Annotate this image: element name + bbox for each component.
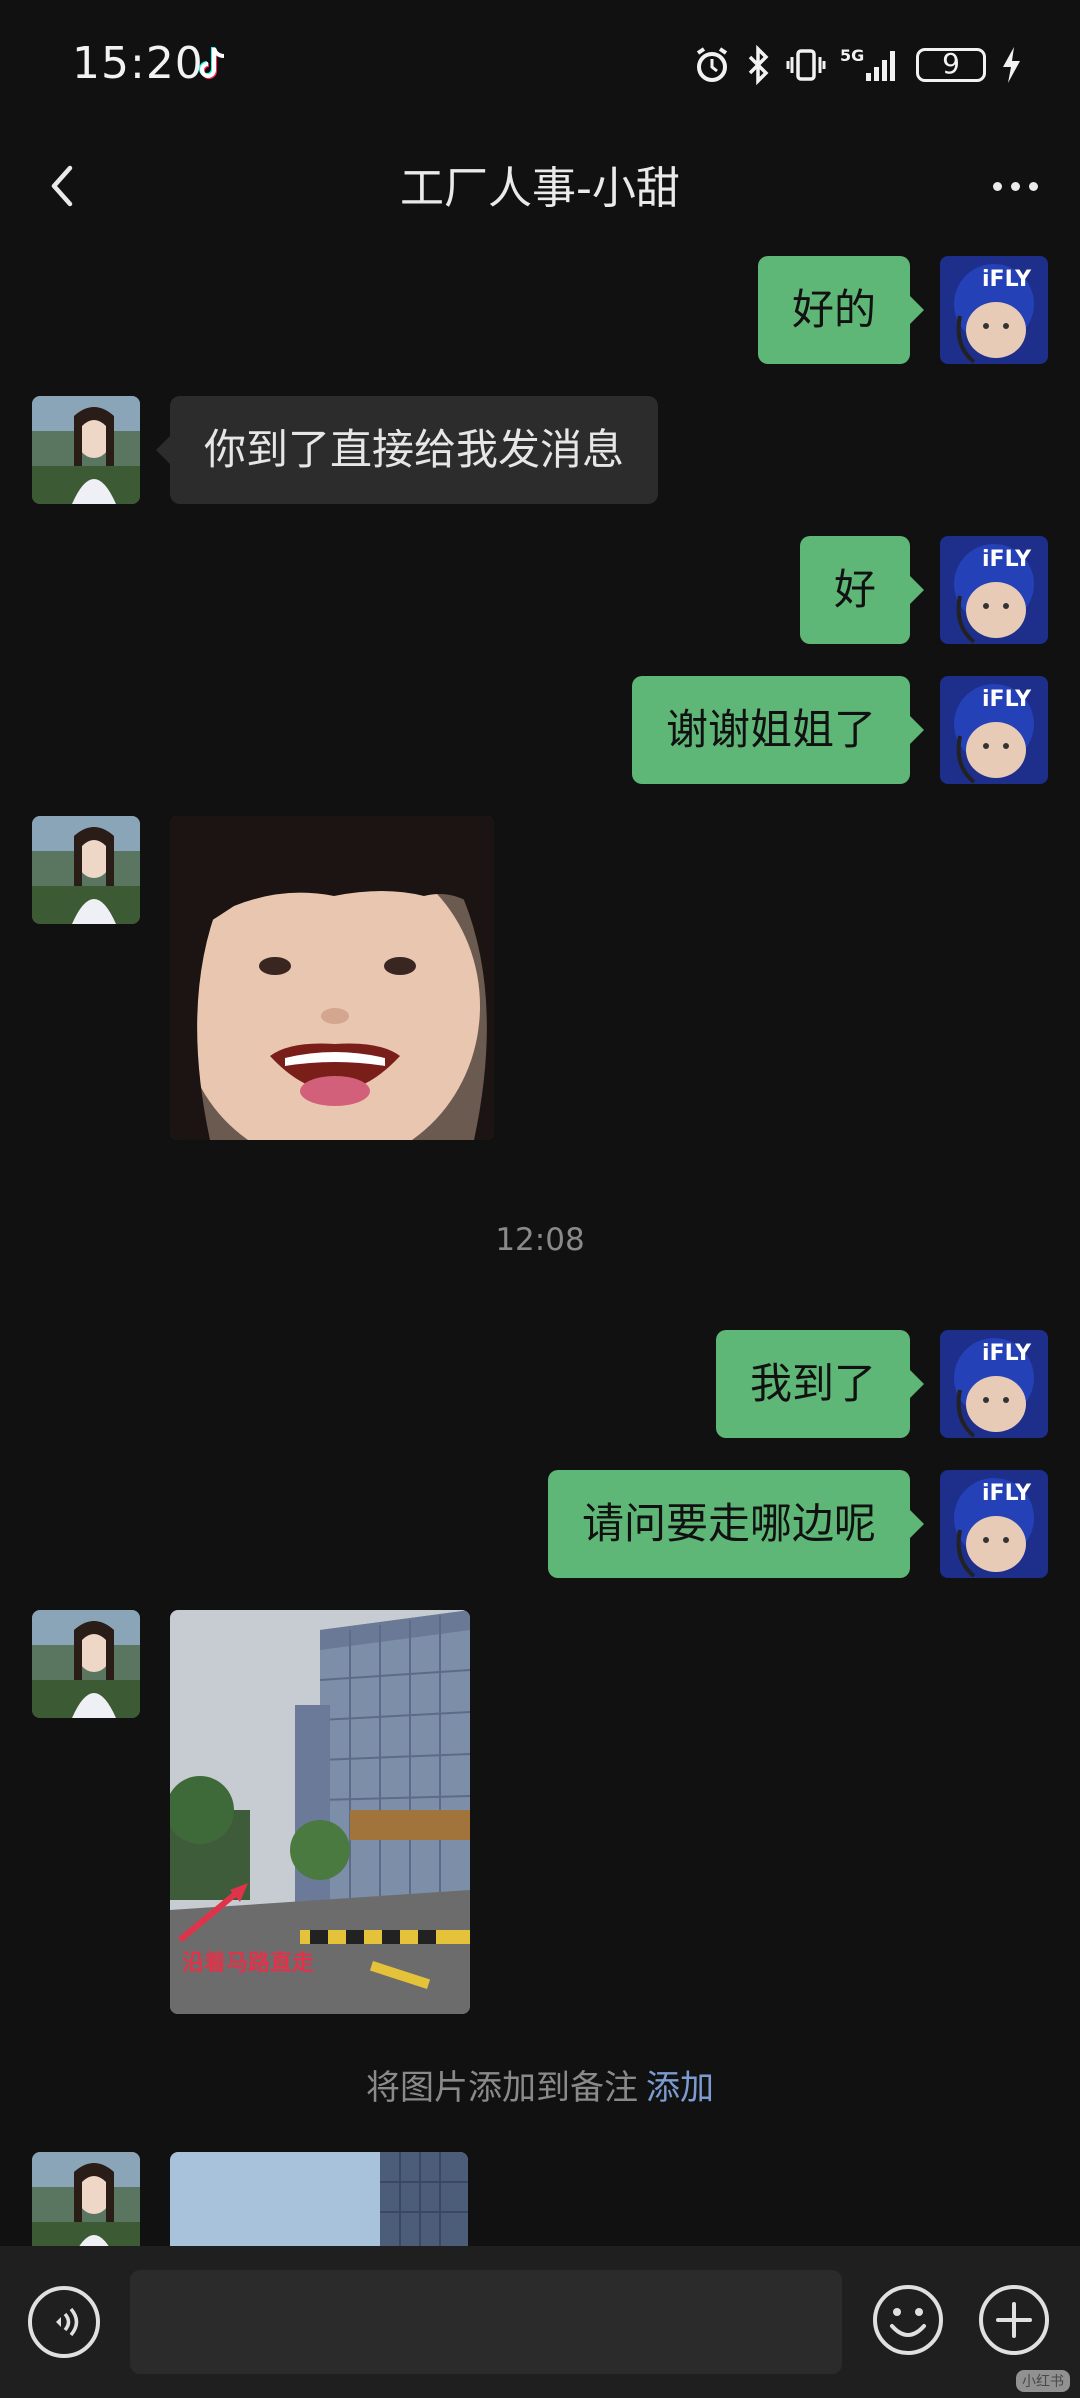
image-message-sticker[interactable]	[170, 816, 494, 1140]
note-text: 将图片添加到备注	[366, 2068, 638, 2108]
photo-caption: 沿着马路直走	[182, 1950, 314, 1976]
svg-text:iFLY: iFLY	[982, 1481, 1032, 1506]
message-bubble-outgoing[interactable]: 谢谢姐姐了	[631, 676, 925, 784]
message-bubble-incoming[interactable]: 你到了直接给我发消息	[155, 396, 659, 504]
add-to-note-hint: 将图片添加到备注 添加	[0, 2060, 1080, 2109]
contact-avatar[interactable]	[32, 1610, 140, 1718]
svg-text:iFLY: iFLY	[982, 687, 1032, 712]
watermark: 小红书	[1016, 2370, 1070, 2392]
status-bar: 15:20 5G 9	[0, 0, 1080, 130]
vibrate-icon	[786, 49, 826, 81]
charging-icon	[1003, 47, 1020, 83]
bluetooth-icon	[748, 45, 769, 85]
message-input[interactable]	[130, 2270, 842, 2374]
svg-text:iFLY: iFLY	[982, 1341, 1032, 1366]
chat-timestamp: 12:08	[495, 1222, 585, 1258]
message-bubble-outgoing[interactable]: 请问要走哪边呢	[547, 1470, 925, 1578]
svg-text:5G: 5G	[840, 46, 864, 65]
more-dots-icon[interactable]	[980, 156, 1050, 216]
image-message-partial[interactable]	[170, 2152, 468, 2246]
voice-icon[interactable]	[28, 2286, 100, 2358]
contact-avatar[interactable]	[32, 2152, 140, 2260]
status-icons: 5G 9	[692, 42, 1022, 88]
my-avatar[interactable]: iFLY	[940, 256, 1048, 364]
message-bubble-outgoing[interactable]: 好的	[757, 256, 925, 364]
contact-avatar[interactable]	[32, 816, 140, 924]
svg-text:iFLY: iFLY	[982, 547, 1032, 572]
message-bubble-outgoing[interactable]: 我到了	[715, 1330, 925, 1438]
contact-avatar[interactable]	[32, 396, 140, 504]
input-bar	[0, 2246, 1080, 2398]
add-to-note-link[interactable]: 添加	[646, 2068, 714, 2108]
battery-indicator: 9	[916, 47, 986, 82]
svg-text:iFLY: iFLY	[982, 267, 1032, 292]
image-message-street[interactable]: 沿着马路直走	[170, 1610, 470, 2014]
emoji-icon[interactable]	[870, 2282, 946, 2358]
my-avatar[interactable]: iFLY	[940, 536, 1048, 644]
plus-icon[interactable]	[976, 2282, 1052, 2358]
status-time: 15:20	[72, 38, 204, 89]
my-avatar[interactable]: iFLY	[940, 1470, 1048, 1578]
my-avatar[interactable]: iFLY	[940, 1330, 1048, 1438]
my-avatar[interactable]: iFLY	[940, 676, 1048, 784]
alarm-icon	[696, 47, 728, 82]
chat-header: 工厂人事-小甜	[0, 130, 1080, 240]
battery-level: 9	[942, 47, 960, 80]
message-bubble-outgoing[interactable]: 好	[799, 536, 925, 644]
chat-title: 工厂人事-小甜	[400, 163, 680, 214]
tiktok-icon	[199, 47, 225, 79]
signal-icon: 5G	[840, 46, 895, 81]
